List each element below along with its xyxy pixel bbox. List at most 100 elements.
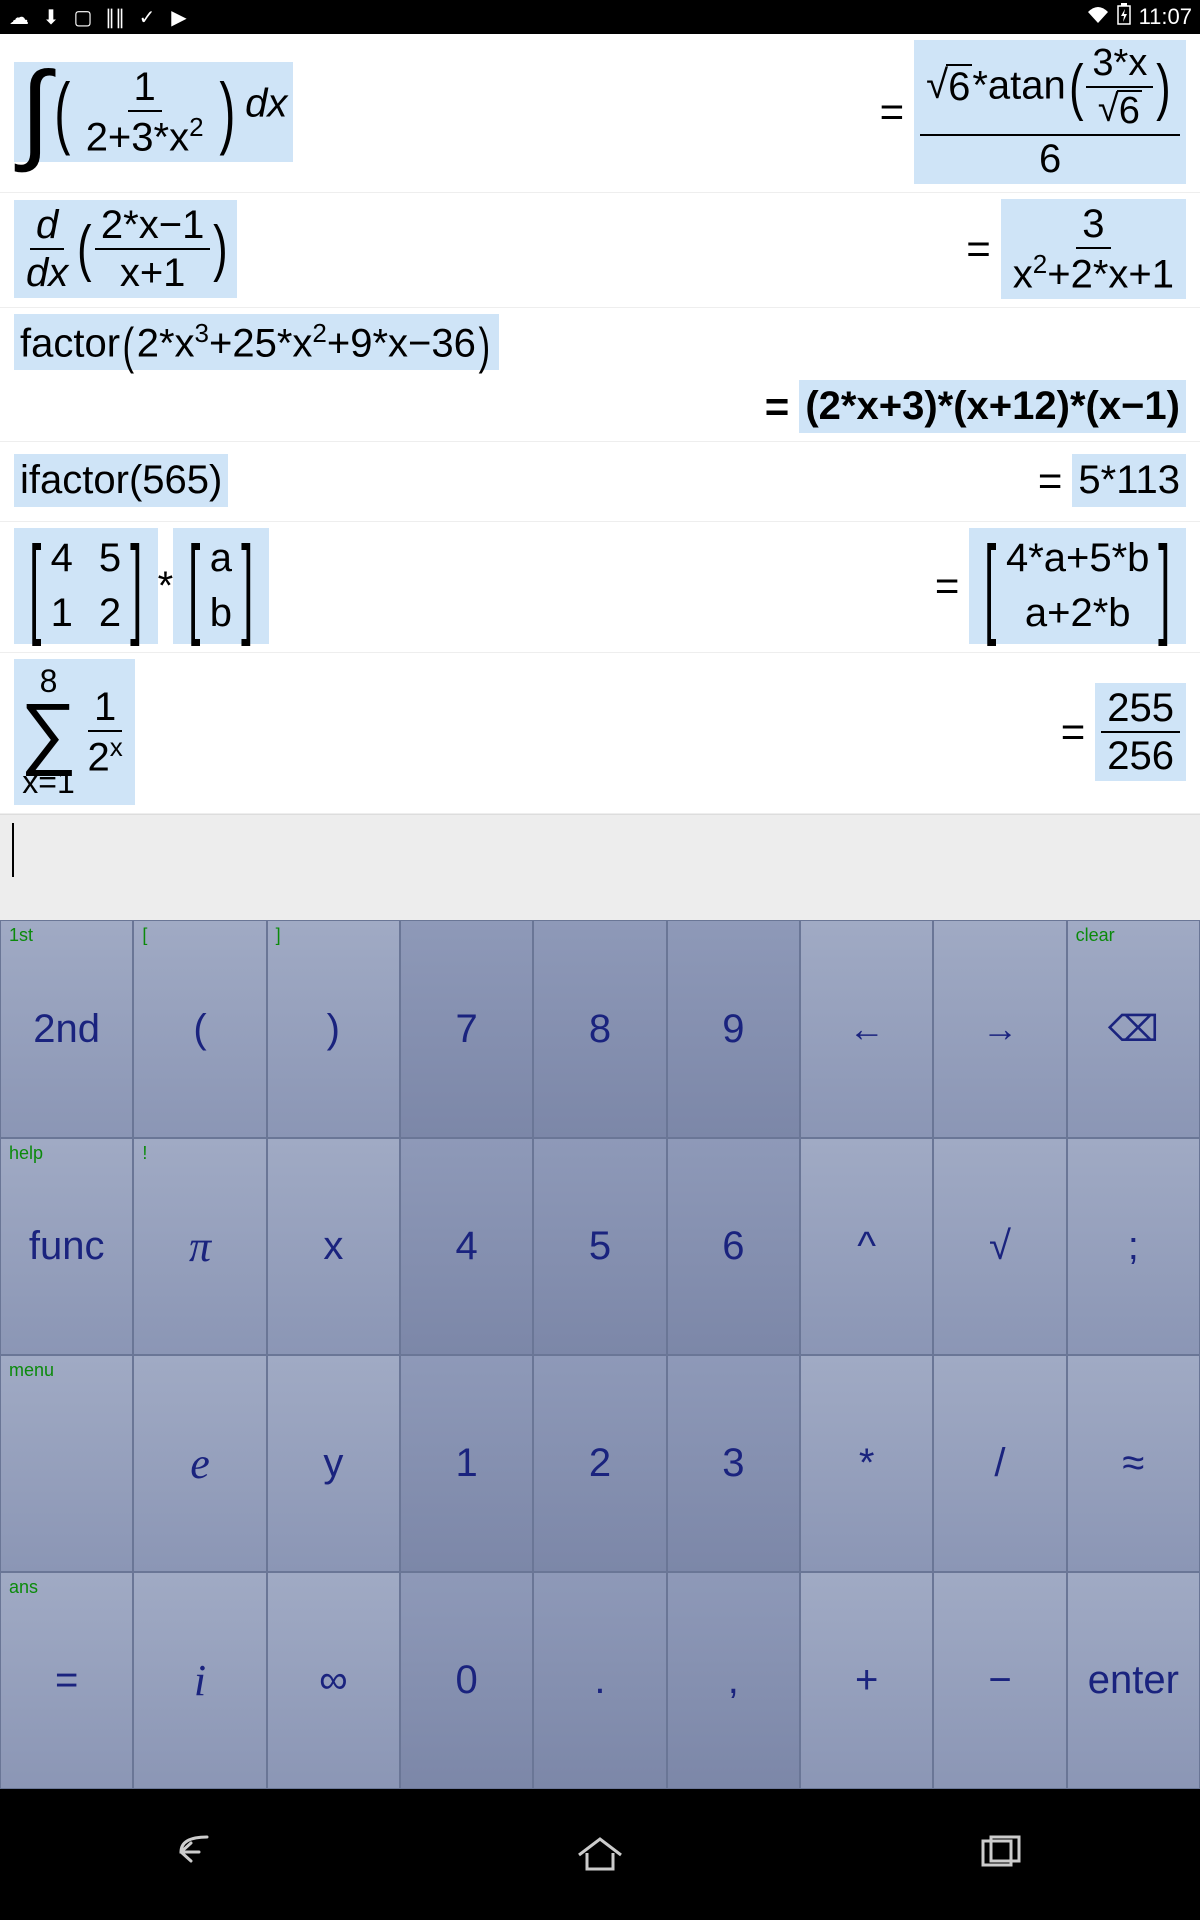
key-infinity[interactable]: ∞ <box>267 1572 400 1789</box>
expression-lhs[interactable]: factor(2*x3+25*x2+9*x−36) <box>14 314 499 370</box>
key-nine[interactable]: 9 <box>667 920 800 1137</box>
play-store-icon: ▶ <box>168 6 190 28</box>
key-approx[interactable]: ≈ <box>1067 1355 1200 1572</box>
key-main-label: 0 <box>456 1658 478 1703</box>
key-three[interactable]: 3 <box>667 1355 800 1572</box>
key-zero[interactable]: 0 <box>400 1572 533 1789</box>
key-power[interactable]: ^ <box>800 1138 933 1355</box>
key-seven[interactable]: 7 <box>400 920 533 1137</box>
history-row[interactable]: ∫ ( 1 2+3*x2 ) dx = 6*atan(3*x6) 6 <box>0 34 1200 193</box>
equals-sign: = <box>925 562 970 610</box>
bars-icon: ∥∥ <box>104 6 126 28</box>
expression-rhs[interactable]: 255 256 <box>1095 683 1186 781</box>
dx: dx <box>245 81 287 125</box>
expression-lhs-2[interactable]: [ a b ] <box>173 528 268 644</box>
key-main-label: ( <box>193 1007 206 1052</box>
expression-rhs[interactable]: 5*113 <box>1072 454 1186 507</box>
key-euler[interactable]: e <box>133 1355 266 1572</box>
key-four[interactable]: 4 <box>400 1138 533 1355</box>
key-minus[interactable]: − <box>933 1572 1066 1789</box>
expression-rhs[interactable]: [ 4*a+5*b a+2*b ] <box>969 528 1186 644</box>
text-cursor <box>12 823 14 877</box>
key-six[interactable]: 6 <box>667 1138 800 1355</box>
key-five[interactable]: 5 <box>533 1138 666 1355</box>
key-sqrt[interactable]: √ <box>933 1138 1066 1355</box>
nav-recent-button[interactable] <box>969 1829 1031 1880</box>
android-nav-bar <box>0 1789 1200 1920</box>
history-row[interactable]: factor(2*x3+25*x2+9*x−36) = (2*x+3)*(x+1… <box>0 308 1200 442</box>
key-alt-label: help <box>9 1143 43 1164</box>
key-plus[interactable]: + <box>800 1572 933 1789</box>
sigma-icon: ∑ <box>20 700 77 764</box>
integrand-num: 1 <box>128 66 162 112</box>
expression-lhs[interactable]: ∫ ( 1 2+3*x2 ) dx <box>14 62 293 162</box>
key-eight[interactable]: 8 <box>533 920 666 1137</box>
equals-sign: = <box>755 383 800 431</box>
history-row[interactable]: ifactor(565) = 5*113 <box>0 442 1200 522</box>
expression-rhs[interactable]: 3 x2+2*x+1 <box>1001 199 1186 299</box>
key-one[interactable]: 1 <box>400 1355 533 1572</box>
history-row[interactable]: [ 45 12 ] * [ a b ] = <box>0 522 1200 653</box>
key-main-label: y <box>323 1441 343 1486</box>
key-main-label: 1 <box>456 1441 478 1486</box>
key-main-label: 2nd <box>33 1007 100 1052</box>
key-alt-label: ans <box>9 1577 38 1598</box>
key-main-label: . <box>594 1658 605 1703</box>
key-main-label: √ <box>989 1224 1011 1269</box>
key-main-label: = <box>55 1658 78 1703</box>
expression-rhs[interactable]: 6*atan(3*x6) 6 <box>914 40 1186 184</box>
key-main-label: ^ <box>857 1224 876 1269</box>
key-cursor-right[interactable]: → <box>933 920 1066 1137</box>
key-main-label: e <box>190 1438 210 1489</box>
download-icon: ⬇ <box>40 6 62 28</box>
key-two[interactable]: 2 <box>533 1355 666 1572</box>
key-enter[interactable]: enter <box>1067 1572 1200 1789</box>
key-main-label: enter <box>1088 1658 1179 1703</box>
history-row[interactable]: 8 ∑ x=1 1 2x = 255 256 <box>0 653 1200 814</box>
key-rparen[interactable]: ]) <box>267 920 400 1137</box>
key-decimal[interactable]: . <box>533 1572 666 1789</box>
key-keyboard-toggle[interactable]: menu <box>0 1355 133 1572</box>
nav-home-button[interactable] <box>569 1829 631 1880</box>
cloud-up-icon: ☁ <box>8 6 30 28</box>
key-var-y[interactable]: y <box>267 1355 400 1572</box>
expression-input[interactable] <box>0 814 1200 920</box>
key-main-label: func <box>29 1224 105 1269</box>
key-second[interactable]: 1st2nd <box>0 920 133 1137</box>
key-semicolon[interactable]: ; <box>1067 1138 1200 1355</box>
key-main-label: 9 <box>722 1007 744 1052</box>
key-comma[interactable]: , <box>667 1572 800 1789</box>
key-multiply[interactable]: * <box>800 1355 933 1572</box>
key-backspace[interactable]: clear⌫ <box>1067 920 1200 1137</box>
key-main-label: ∞ <box>319 1658 348 1703</box>
key-main-label: π <box>189 1221 211 1272</box>
integral-icon: ∫ <box>20 73 50 150</box>
equals-sign: = <box>1028 457 1073 505</box>
key-main-label: − <box>988 1658 1011 1703</box>
calculation-history[interactable]: ∫ ( 1 2+3*x2 ) dx = 6*atan(3*x6) 6 <box>0 34 1200 814</box>
key-main-label: 6 <box>722 1224 744 1269</box>
key-imaginary[interactable]: i <box>133 1572 266 1789</box>
key-alt-label: ] <box>276 925 281 946</box>
key-alt-label: [ <box>142 925 147 946</box>
expression-lhs[interactable]: d dx ( 2*x−1 x+1 ) <box>14 200 237 298</box>
key-lparen[interactable]: [( <box>133 920 266 1137</box>
wifi-icon <box>1087 4 1109 30</box>
expression-lhs[interactable]: ifactor(565) <box>14 454 228 507</box>
key-func[interactable]: help func <box>0 1138 133 1355</box>
calculator-keyboard: 1st2nd[(])789←→clear⌫helpfunc!πx456^√;me… <box>0 920 1200 1789</box>
android-status-bar: ☁ ⬇ ▢ ∥∥ ✓ ▶ 11:07 <box>0 0 1200 34</box>
key-main-label: 5 <box>589 1224 611 1269</box>
key-main-label: 4 <box>456 1224 478 1269</box>
key-alt-label: ! <box>142 1143 147 1164</box>
key-cursor-left[interactable]: ← <box>800 920 933 1137</box>
key-var-x[interactable]: x <box>267 1138 400 1355</box>
expression-lhs[interactable]: 8 ∑ x=1 1 2x <box>14 659 135 805</box>
key-divide[interactable]: / <box>933 1355 1066 1572</box>
history-row[interactable]: d dx ( 2*x−1 x+1 ) = 3 x2+2*x+1 <box>0 193 1200 308</box>
key-equals[interactable]: ans = <box>0 1572 133 1789</box>
nav-back-button[interactable] <box>169 1829 231 1880</box>
expression-rhs[interactable]: (2*x+3)*(x+12)*(x−1) <box>799 380 1186 433</box>
key-pi[interactable]: !π <box>133 1138 266 1355</box>
expression-lhs[interactable]: [ 45 12 ] <box>14 528 158 644</box>
